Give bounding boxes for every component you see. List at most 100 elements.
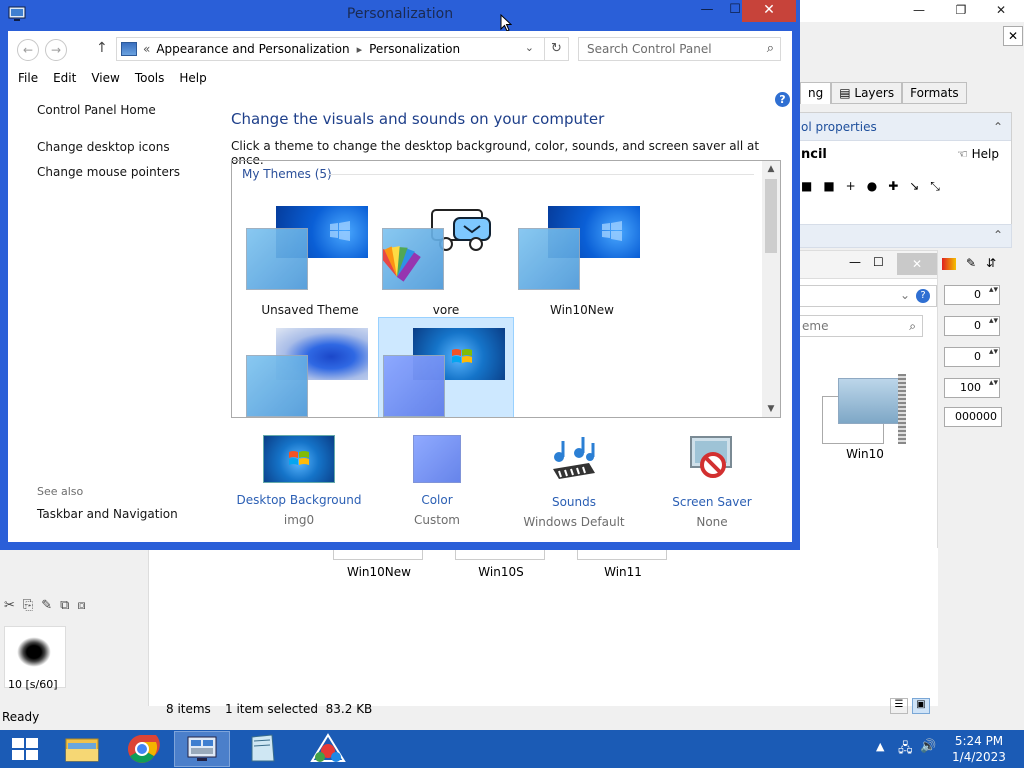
volume-icon[interactable]: 🔊 — [920, 739, 936, 754]
bg-doc-close-button[interactable]: ✕ — [1003, 26, 1023, 46]
control-panel-home-link[interactable]: Control Panel Home — [37, 103, 227, 117]
menu-file[interactable]: File — [18, 67, 38, 89]
spin-input[interactable]: 0 — [944, 285, 1000, 305]
theme-vore[interactable]: vore — [377, 196, 514, 317]
spin-input[interactable]: 0 — [944, 316, 1000, 336]
window-titlebar[interactable]: Personalization — ☐ ✕ — [0, 0, 800, 32]
scroll-up-icon[interactable]: ▲ — [762, 161, 780, 177]
color-link[interactable]: Color — [367, 493, 507, 507]
windows-logo-icon — [330, 221, 350, 241]
brush-shapes[interactable]: ■■+●✚↘⤡ — [801, 179, 951, 194]
screen-saver-item[interactable]: Screen Saver None — [642, 435, 782, 529]
up-button[interactable]: ↑ — [96, 40, 108, 56]
chevron-down-icon[interactable]: ⌄ — [525, 41, 534, 54]
show-hidden-icons[interactable]: ▲ — [876, 740, 884, 753]
bg-sub-search[interactable]: eme ⌕ — [799, 315, 923, 337]
theme-color-swatch — [377, 228, 444, 290]
theme-win11[interactable] — [242, 318, 378, 417]
back-button[interactable]: ← — [17, 39, 39, 61]
address-box[interactable]: « Appearance and Personalization ▸ Perso… — [116, 37, 569, 61]
themes-list: My Themes (5) Unsaved Theme vore Win10Ne… — [231, 160, 781, 418]
chrome-icon — [128, 735, 160, 763]
taskbar-file-explorer[interactable] — [54, 731, 110, 767]
forward-button[interactable]: → — [45, 39, 67, 61]
collapse-icon[interactable]: ⌃ — [993, 113, 1003, 141]
clock-date: 1/4/2023 — [952, 750, 1006, 764]
screen-saver-link[interactable]: Screen Saver — [642, 495, 782, 509]
bg-sub-minimize[interactable]: — — [849, 255, 861, 269]
themes-scrollbar[interactable]: ▲ ▼ — [762, 161, 780, 417]
network-icon[interactable]: 🖧 — [898, 739, 913, 761]
help-icon[interactable]: ? — [775, 92, 790, 107]
collapse-icon[interactable]: ⌃ — [993, 228, 1003, 242]
scribble-icon — [17, 637, 51, 667]
desktop-background-value: img0 — [283, 513, 315, 527]
bg-color-controls: ✎ ⇵ — [940, 250, 1012, 650]
bg-close-button[interactable]: ✕ — [986, 0, 1016, 22]
menu-view[interactable]: View — [91, 67, 119, 89]
breadcrumb-appearance[interactable]: Appearance and Personalization — [156, 42, 349, 56]
help-button[interactable]: ☜ Help — [957, 147, 999, 161]
sounds-link[interactable]: Sounds — [504, 495, 644, 509]
change-desktop-icons-link[interactable]: Change desktop icons — [37, 140, 227, 154]
menu-edit[interactable]: Edit — [53, 67, 76, 89]
scroll-down-icon[interactable]: ▼ — [762, 401, 780, 417]
sounds-item[interactable]: Sounds Windows Default — [504, 435, 644, 529]
hex-color-input[interactable]: 000000 — [944, 407, 1002, 427]
spin-input[interactable]: 0 — [944, 347, 1000, 367]
start-button[interactable] — [12, 738, 38, 760]
breadcrumb-personalization[interactable]: Personalization — [369, 42, 460, 56]
refresh-icon[interactable]: ↻ — [544, 38, 568, 60]
bg-tab-formats[interactable]: Formats — [902, 82, 967, 104]
brush-tools[interactable]: ✂⎘✎⧉⧈ — [4, 598, 94, 613]
close-button[interactable]: ✕ — [742, 0, 796, 22]
windows-logo-icon — [289, 451, 309, 465]
group-label-my-themes[interactable]: My Themes (5) — [242, 167, 332, 181]
clock[interactable]: 5:24 PM 1/4/2023 — [935, 733, 1023, 765]
taskbar-control-panel[interactable] — [174, 731, 230, 767]
scroll-thumb[interactable] — [765, 179, 777, 253]
theme-name: Win10New — [550, 303, 614, 317]
bg-sub-dropdown[interactable]: ⌄ ? — [799, 285, 937, 307]
pen-icon[interactable]: ✎ — [966, 256, 976, 270]
bg-tab-layers[interactable]: ▤ Layers — [831, 82, 903, 104]
file-label: Win10 — [846, 447, 884, 461]
theme-unsaved[interactable]: Unsaved Theme — [242, 196, 378, 317]
bg-tab-painting[interactable]: ng — [800, 82, 832, 104]
breadcrumb-separator-icon[interactable]: ▸ — [357, 43, 363, 56]
taskbar-paint-app[interactable] — [300, 731, 356, 767]
menu-tools[interactable]: Tools — [135, 67, 165, 89]
taskbar-navigation-link[interactable]: Taskbar and Navigation — [37, 507, 178, 521]
sounds-value: Windows Default — [523, 515, 625, 529]
bg-tab-label: Formats — [910, 86, 959, 100]
help-icon[interactable]: ? — [916, 289, 930, 303]
details-view-icon[interactable]: ☰ — [890, 698, 908, 714]
bg-sub-close[interactable]: ✕ — [897, 253, 937, 275]
theme-selected[interactable] — [378, 317, 514, 417]
bg-minimize-button[interactable]: — — [904, 0, 934, 22]
desktop-background-link[interactable]: Desktop Background — [229, 493, 369, 507]
help-label: Help — [971, 147, 999, 161]
breadcrumb-overflow[interactable]: « — [143, 42, 150, 56]
menu-help[interactable]: Help — [179, 67, 206, 89]
search-placeholder: eme — [802, 319, 829, 333]
zip-icon — [898, 374, 906, 444]
swap-icon[interactable]: ⇵ — [986, 256, 996, 270]
bg-sub-maximize[interactable]: ☐ — [873, 255, 884, 269]
window-content: ← → ↑ « Appearance and Personalization ▸… — [8, 31, 792, 542]
control-panel-icon — [121, 42, 137, 56]
theme-win10new[interactable]: Win10New — [514, 196, 650, 317]
minimize-button[interactable]: — — [692, 0, 722, 22]
large-icons-view-icon[interactable]: ▣ — [912, 698, 930, 714]
color-item[interactable]: Color Custom — [367, 435, 507, 527]
taskbar-notepad[interactable] — [234, 731, 290, 767]
chevron-down-icon: ⌄ — [899, 288, 910, 302]
win10-theme-file[interactable] — [818, 370, 910, 450]
search-input[interactable]: Search Control Panel ⌕ — [578, 37, 781, 61]
taskbar-chrome[interactable] — [114, 731, 170, 767]
spin-input[interactable]: 100 — [944, 378, 1000, 398]
bg-restore-button[interactable]: ❐ — [946, 0, 976, 22]
back-arrow-icon: ← — [22, 43, 34, 57]
desktop-background-item[interactable]: Desktop Background img0 — [229, 435, 369, 527]
change-mouse-pointers-link[interactable]: Change mouse pointers — [37, 165, 227, 179]
